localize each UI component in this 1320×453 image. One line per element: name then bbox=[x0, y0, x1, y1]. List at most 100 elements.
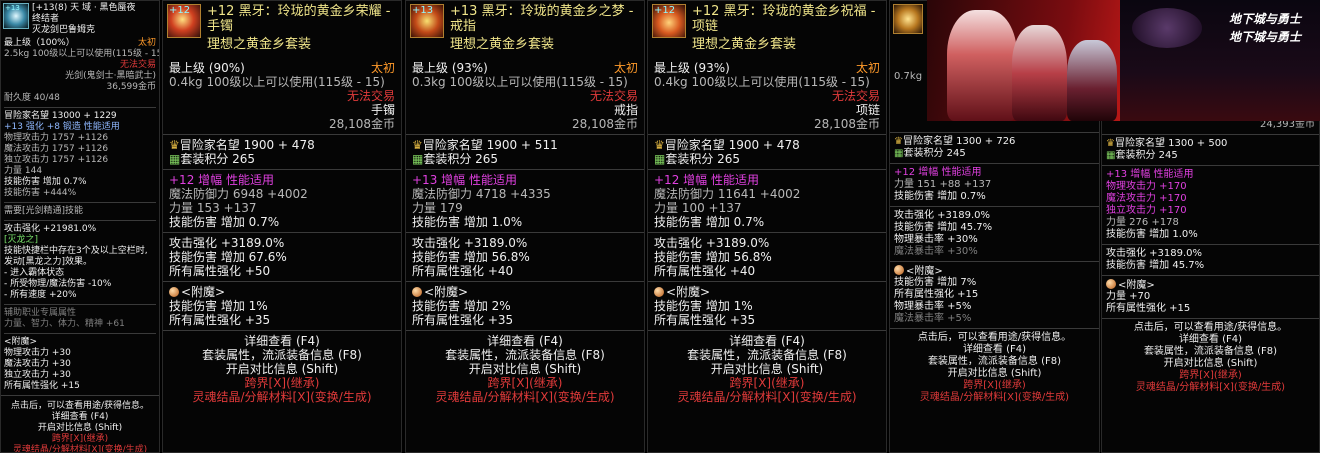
attack-boost: 攻击强化 +3189.0% bbox=[894, 210, 991, 221]
compare-link[interactable]: 开启对比信息 (Shift) bbox=[648, 362, 886, 376]
stat-text: 力量、智力、体力、精神 +61 bbox=[4, 319, 125, 329]
trophy-icon: ♛ bbox=[894, 136, 903, 147]
amplify: +12 增幅 性能适用 bbox=[894, 167, 982, 178]
enchant-title: <附魔> bbox=[906, 266, 943, 277]
skill-damage: 技能伤害 增加 56.8% bbox=[412, 250, 530, 264]
enchant-1: 技能伤害 增加 7% bbox=[894, 277, 977, 288]
game-logo: 地下城与勇士 bbox=[1229, 30, 1302, 44]
item-footer: 点击后，可以查看用途/获得信息。 详细查看 (F4) 套装属性，流派装备信息 (… bbox=[890, 332, 1099, 404]
soul-crystal-link[interactable]: 灵魂结晶/分解材料[X](变换/生成) bbox=[1102, 382, 1319, 394]
stat-str: 力量 100 +137 bbox=[654, 201, 742, 215]
stat-text: 技能快捷栏中存在3个及以上空栏时, bbox=[4, 246, 148, 256]
stat-text: 技能伤害 +444% bbox=[4, 188, 77, 198]
soul-crystal-link[interactable]: 灵魂结晶/分解材料[X](变换/生成) bbox=[406, 390, 644, 404]
weapon-footer: 点击后，可以查看用途/获得信息。 详细查看 (F4) 开启对比信息 (Shift) 跨… bbox=[1, 399, 159, 452]
fame: 冒险家名望 1300 + 500 bbox=[1114, 138, 1228, 149]
necklace-tooltip-panel: +12 +12 黑牙：玲珑的黄金乡祝福 - 项链 理想之黄金乡套装 最上级 (9… bbox=[647, 0, 887, 453]
weapon-stat-line: 冒险家名望 13000 + 1229 bbox=[4, 111, 156, 122]
necklace-icon[interactable]: +12 bbox=[652, 4, 686, 38]
detail-view-link[interactable]: 详细查看 (F4) bbox=[648, 334, 886, 348]
stat-text: 魔法攻击力 1757 +1126 bbox=[4, 144, 109, 154]
stat-text: 技能伤害 增加 0.7% bbox=[4, 177, 87, 187]
compare-link[interactable]: 开启对比信息 (Shift) bbox=[890, 368, 1099, 380]
divider bbox=[4, 220, 156, 221]
amplify: +13 增幅 性能适用 bbox=[1106, 169, 1194, 180]
weapon-stat-line: 灭龙剑巴鲁姆克 bbox=[32, 25, 157, 36]
weapon-stat-line: 技能快捷栏中存在3个及以上空栏时, bbox=[4, 246, 156, 257]
hint-text: 点击后，可以查看用途/获得信息。 bbox=[10, 401, 150, 411]
ring-tooltip-panel: +13 +13 黑牙：玲珑的黄金乡之梦 - 戒指 理想之黄金乡套装 最上级 (9… bbox=[405, 0, 645, 453]
set-info-link[interactable]: 套装属性，流派装备信息 (F8) bbox=[163, 348, 401, 362]
enchant-orb-icon bbox=[1106, 279, 1116, 289]
weapon-stat-line: 力量 144 bbox=[4, 166, 156, 177]
stat-skill: 技能伤害 增加 1.0% bbox=[412, 215, 523, 229]
crossover-link[interactable]: 跨界[X](继承) bbox=[1102, 370, 1319, 382]
trophy-icon: ♛ bbox=[412, 138, 423, 152]
stat-text: 终结者 bbox=[32, 14, 60, 24]
soul-crystal-link[interactable]: 灵魂结晶/分解材料[X](变换/生成) bbox=[890, 392, 1099, 404]
weapon-icon[interactable]: +13 bbox=[3, 3, 29, 29]
origin-tag: 太初 bbox=[370, 61, 395, 75]
weapon-stat-line: 需要[光剑精通]技能 bbox=[4, 206, 156, 217]
footer-link[interactable]: 跨界[X](继承) bbox=[1, 434, 159, 445]
enchant-4: 魔法暴击率 +5% bbox=[894, 313, 972, 324]
set-points: 套装积分 265 bbox=[180, 152, 256, 166]
attack-boost: 攻击强化 +3189.0% bbox=[169, 236, 285, 250]
item-footer: 详细查看 (F4) 套装属性，流派装备信息 (F8) 开启对比信息 (Shift… bbox=[648, 334, 886, 404]
weapon-stat-line: 物理攻击力 +30 bbox=[4, 348, 156, 359]
weapon-stat-line: 物理攻击力 1757 +1126 bbox=[4, 133, 156, 144]
soul-crystal-link[interactable]: 灵魂结晶/分解材料[X](变换/生成) bbox=[648, 390, 886, 404]
attack-boost: 攻击强化 +3189.0% bbox=[654, 236, 770, 250]
crossover-link[interactable]: 跨界[X](继承) bbox=[648, 376, 886, 390]
stat-skill: 技能伤害 增加 0.7% bbox=[169, 215, 280, 229]
set-points: 套装积分 245 bbox=[1115, 150, 1178, 161]
crossover-link[interactable]: 跨界[X](继承) bbox=[163, 376, 401, 390]
footer-link[interactable]: 开启对比信息 (Shift) bbox=[1, 423, 159, 434]
stat-skill: 技能伤害 增加 0.7% bbox=[654, 215, 765, 229]
enchant-title: <附魔> bbox=[666, 285, 711, 299]
compare-link[interactable]: 开启对比信息 (Shift) bbox=[406, 362, 644, 376]
detail-view-link[interactable]: 详细查看 (F4) bbox=[163, 334, 401, 348]
item-title: +13 黑牙：玲珑的黄金乡之梦 - 戒指 bbox=[450, 4, 634, 34]
all-attr: 所有属性强化 +50 bbox=[169, 264, 271, 278]
skill-damage: 技能伤害 增加 45.7% bbox=[1106, 260, 1205, 271]
enchant-2: 所有属性强化 +15 bbox=[894, 289, 979, 300]
weapon-tooltip-panel: +13 [+13(8) 天 域 · 黑色蜃夜 终结者 灭龙剑巴鲁姆克 最上级（100… bbox=[0, 0, 160, 453]
enchant-title: <附魔> bbox=[424, 285, 469, 299]
accessory-icon[interactable] bbox=[893, 4, 923, 34]
footer-link[interactable]: 详细查看 (F4) bbox=[1, 412, 159, 423]
compare-link[interactable]: 开启对比信息 (Shift) bbox=[1102, 358, 1319, 370]
weapon-stat-line: 终结者 bbox=[32, 14, 157, 25]
set-info-link[interactable]: 套装属性，流派装备信息 (F8) bbox=[890, 356, 1099, 368]
trophy-icon: ♛ bbox=[169, 138, 180, 152]
crossover-link[interactable]: 跨界[X](继承) bbox=[406, 376, 644, 390]
game-banner-image: 地下城与勇士 地下城与勇士 bbox=[927, 0, 1320, 121]
detail-view-link[interactable]: 详细查看 (F4) bbox=[890, 344, 1099, 356]
bracelet-icon[interactable]: +12 bbox=[167, 4, 201, 38]
stat-text: - 进入霸体状态 bbox=[4, 268, 65, 278]
detail-view-link[interactable]: 详细查看 (F4) bbox=[406, 334, 644, 348]
banner-character bbox=[1067, 40, 1117, 121]
ring-icon[interactable]: +13 bbox=[410, 4, 444, 38]
soul-crystal-link[interactable]: 灵魂结晶/分解材料[X](变换/生成) bbox=[163, 390, 401, 404]
detail-view-link[interactable]: 详细查看 (F4) bbox=[1102, 334, 1319, 346]
weapon-stat-line: +13 强化 +8 锻造 性能适用 bbox=[4, 122, 156, 133]
slot-type: 项链 bbox=[855, 103, 880, 117]
crossover-link[interactable]: 跨界[X](继承) bbox=[890, 380, 1099, 392]
all-attr: 所有属性强化 +40 bbox=[412, 264, 514, 278]
fame: 冒险家名望 1300 + 726 bbox=[902, 136, 1016, 147]
set-points-icon: ▦ bbox=[654, 152, 666, 166]
weapon-stat-line: 魔法攻击力 1757 +1126 bbox=[4, 144, 156, 155]
footer-link[interactable]: 灵魂结晶/分解材料[X](变换/生成) bbox=[1, 445, 159, 452]
stat-text: - 所受物理/魔法伤害 -10% bbox=[4, 279, 112, 289]
set-info-link[interactable]: 套装属性，流派装备信息 (F8) bbox=[406, 348, 644, 362]
compare-link[interactable]: 开启对比信息 (Shift) bbox=[163, 362, 401, 376]
all-attr: 所有属性强化 +40 bbox=[654, 264, 756, 278]
weapon-stat-line: 36,599金币 bbox=[4, 82, 157, 93]
stat-text: 所有属性强化 +15 bbox=[4, 381, 80, 391]
stat-skill: 技能伤害 增加 1.0% bbox=[1106, 229, 1198, 240]
set-info-link[interactable]: 套装属性，流派装备信息 (F8) bbox=[1102, 346, 1319, 358]
weapon-stat-line: 无法交易 bbox=[4, 60, 156, 71]
skill-damage: 技能伤害 增加 67.6% bbox=[169, 250, 287, 264]
set-info-link[interactable]: 套装属性，流派装备信息 (F8) bbox=[648, 348, 886, 362]
